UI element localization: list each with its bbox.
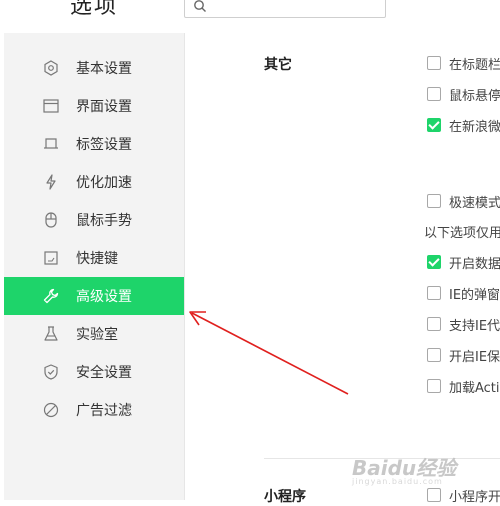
watermark-logo: Baidu经验 jingyan.baidu.com xyxy=(352,452,456,486)
annotation-arrow xyxy=(189,311,349,395)
arrow-shaft xyxy=(191,312,349,395)
watermark-subtext: jingyan.baidu.com xyxy=(352,477,443,486)
